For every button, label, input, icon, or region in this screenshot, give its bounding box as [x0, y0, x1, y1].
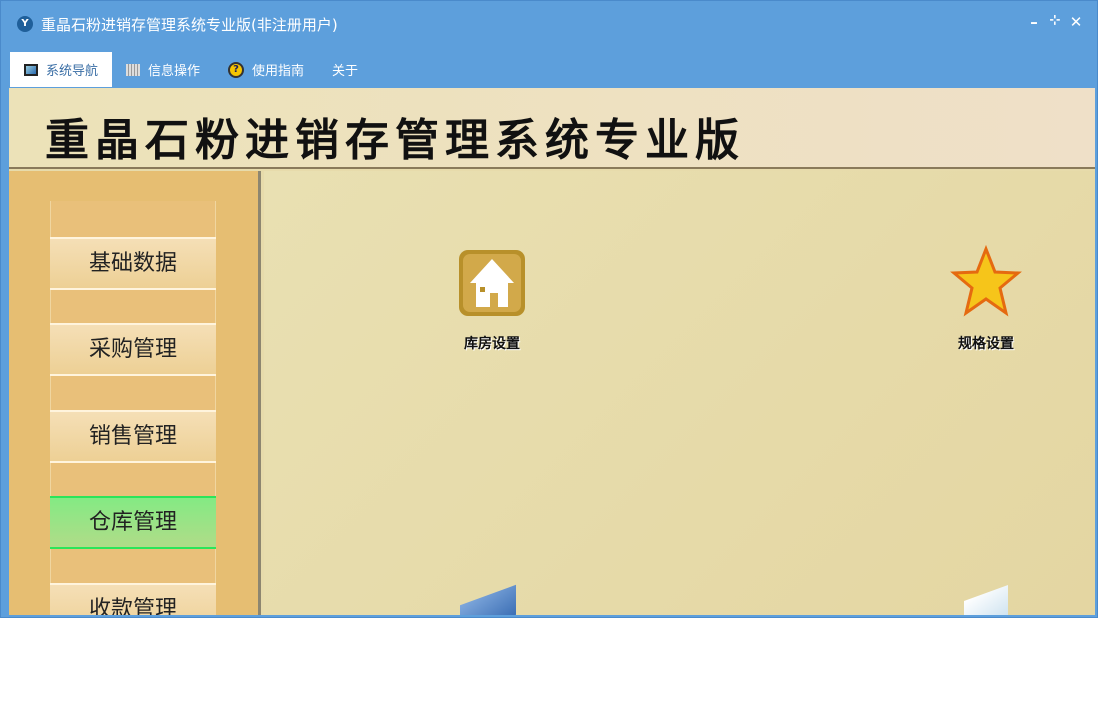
warehouse-settings-item[interactable]: 库房设置 [442, 249, 542, 353]
grid-icon [126, 63, 141, 76]
menu-tabs: 系统导航 信息操作 ? 使用指南 关于 [10, 52, 372, 87]
tab-info-ops[interactable]: 信息操作 [112, 52, 214, 87]
item-label: 库房设置 [464, 336, 520, 352]
nav-warehouse[interactable]: 仓库管理 [50, 496, 216, 549]
app-window: Y 重晶石粉进销存管理系统专业版(非注册用户) – ⊹ ✕ 系统导航 信息操作 … [0, 0, 1098, 618]
banner-title: 重晶石粉进销存管理系统专业版 [45, 115, 745, 166]
close-icon[interactable]: ✕ [1067, 13, 1085, 31]
content-area: 重晶石粉进销存管理系统专业版 基础数据 采购管理 销售管理 仓库管理 收款管理 … [9, 88, 1095, 615]
minimize-icon[interactable]: – [1025, 13, 1043, 31]
star-icon [950, 244, 1022, 317]
item-label: 规格设置 [958, 336, 1014, 352]
main-panel: 库房设置 规格设置 [264, 171, 1095, 615]
partial-item-icon[interactable] [964, 584, 1008, 615]
spec-settings-item[interactable]: 规格设置 [936, 244, 1036, 353]
nav-basic-data[interactable]: 基础数据 [50, 237, 216, 290]
tab-about[interactable]: 关于 [318, 52, 372, 87]
app-logo-icon: Y [17, 16, 33, 32]
tab-label: 使用指南 [252, 64, 305, 79]
title-bar[interactable]: Y 重晶石粉进销存管理系统专业版(非注册用户) – ⊹ ✕ [1, 1, 1097, 45]
partial-item-icon[interactable] [460, 584, 516, 615]
window-title: 重晶石粉进销存管理系统专业版(非注册用户) [41, 16, 338, 34]
help-icon: ? [228, 61, 245, 78]
monitor-icon [24, 63, 38, 76]
nav-payment[interactable]: 收款管理 [50, 583, 216, 615]
tab-system-nav[interactable]: 系统导航 [10, 52, 113, 87]
sidebar: 基础数据 采购管理 销售管理 仓库管理 收款管理 [9, 171, 261, 615]
tab-label: 信息操作 [148, 64, 201, 79]
tab-user-guide[interactable]: ? 使用指南 [214, 52, 318, 87]
nav-purchase[interactable]: 采购管理 [50, 323, 216, 376]
house-icon [459, 250, 525, 316]
nav-sales[interactable]: 销售管理 [50, 410, 216, 463]
restore-icon[interactable]: ⊹ [1046, 13, 1064, 28]
banner: 重晶石粉进销存管理系统专业版 [9, 88, 1095, 169]
tab-label: 关于 [332, 64, 359, 79]
tab-label: 系统导航 [46, 64, 99, 79]
